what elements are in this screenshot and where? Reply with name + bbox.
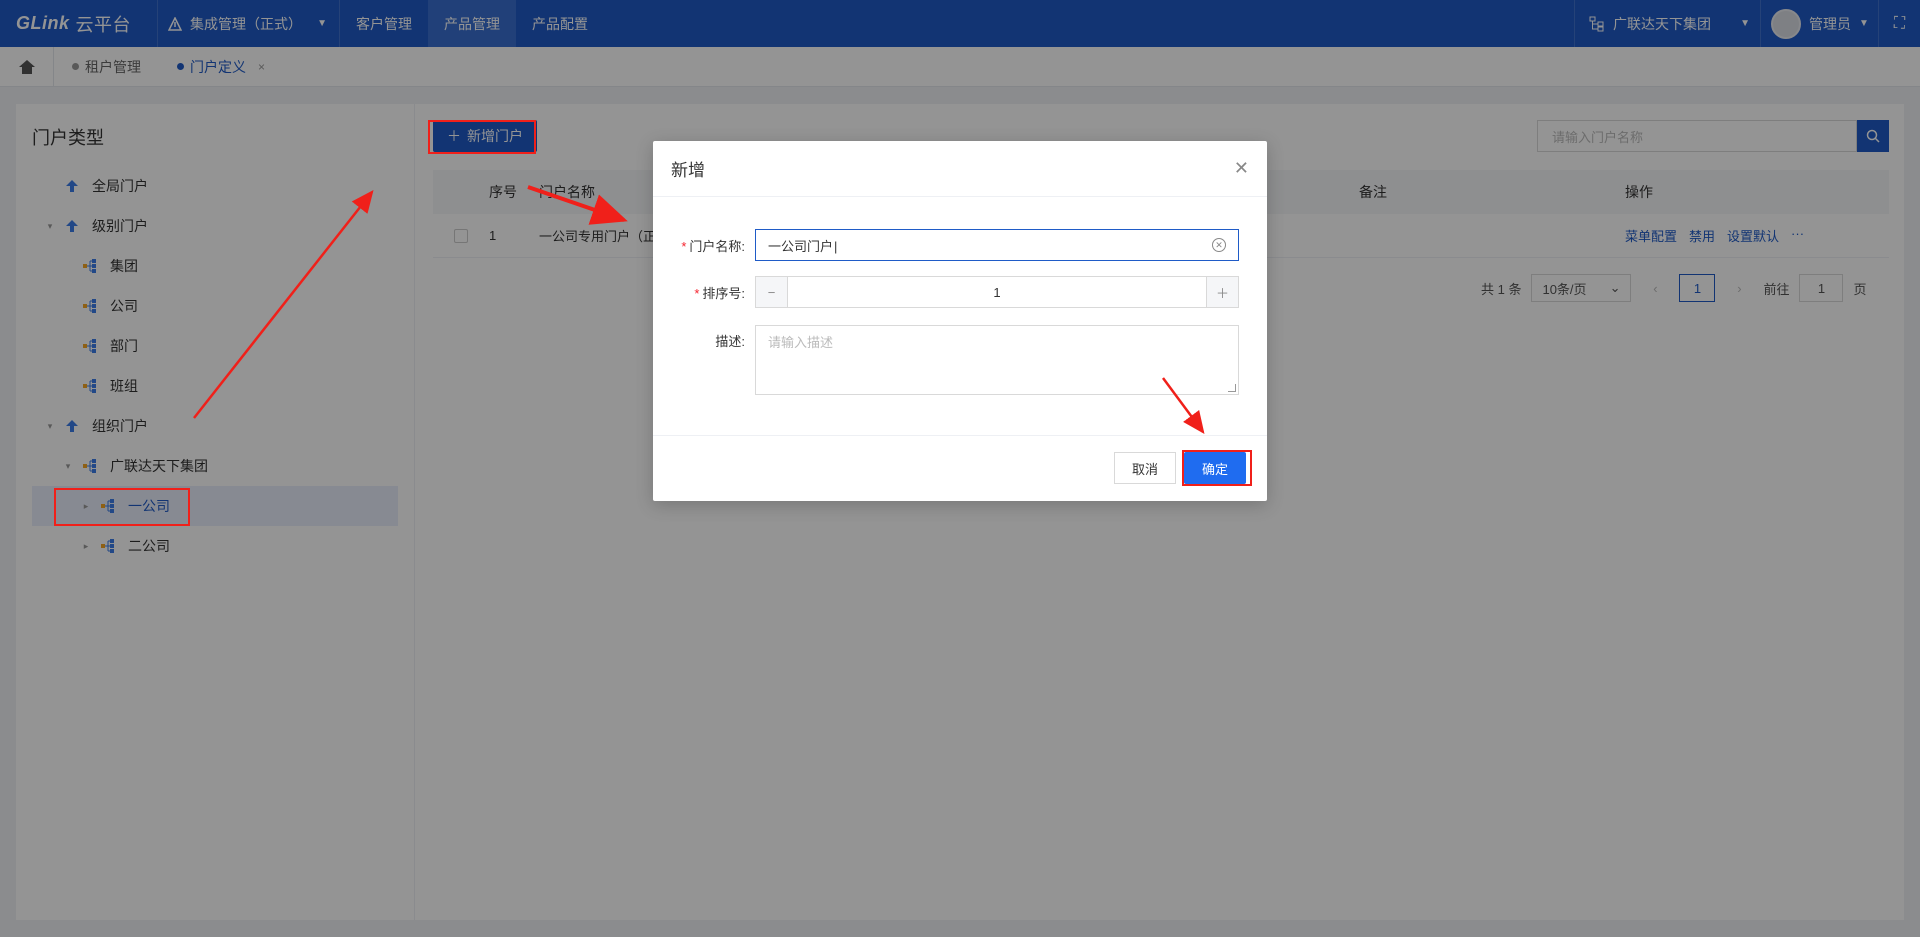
description-label: 描述: <box>653 325 755 350</box>
annotation-box-add-portal <box>428 120 536 154</box>
label-text: 排序号: <box>702 285 745 301</box>
annotation-box-confirm <box>1182 450 1252 486</box>
label-text: 门户名称: <box>689 238 745 254</box>
order-stepper: − 1 ＋ <box>755 276 1239 308</box>
increment-button[interactable]: ＋ <box>1206 277 1238 307</box>
dialog-header: 新增 ✕ <box>653 141 1267 197</box>
clear-icon[interactable]: ✕ <box>1212 238 1226 252</box>
dialog-footer: 取消 确定 <box>653 435 1267 501</box>
required-mark: * <box>681 238 687 254</box>
portal-name-input[interactable]: 一公司门户 ✕ <box>755 229 1239 261</box>
resize-handle[interactable] <box>1228 384 1236 392</box>
description-row: 描述: 请输入描述 <box>653 325 1239 395</box>
annotation-box-selected-node <box>54 488 190 526</box>
add-portal-dialog: 新增 ✕ *门户名称: 一公司门户 ✕ *排序号: − 1 ＋ 描述: 请输入描… <box>653 141 1267 501</box>
close-icon[interactable]: ✕ <box>1234 158 1249 179</box>
required-mark: * <box>694 285 700 301</box>
portal-name-label: * 门户名称: <box>653 236 755 255</box>
input-value: 一公司门户 <box>768 236 837 255</box>
order-row: * 排序号: − 1 ＋ <box>653 276 1239 308</box>
portal-name-row: *门户名称: 一公司门户 ✕ <box>653 229 1239 261</box>
order-value[interactable]: 1 <box>788 277 1206 307</box>
description-placeholder: 请输入描述 <box>768 335 834 350</box>
description-textarea[interactable]: 请输入描述 <box>755 325 1239 395</box>
decrement-button[interactable]: − <box>756 277 788 307</box>
dialog-title: 新增 <box>671 161 705 180</box>
order-label: * 排序号: <box>653 283 755 302</box>
label-text: 描述: <box>715 334 745 349</box>
cancel-button[interactable]: 取消 <box>1114 452 1176 484</box>
